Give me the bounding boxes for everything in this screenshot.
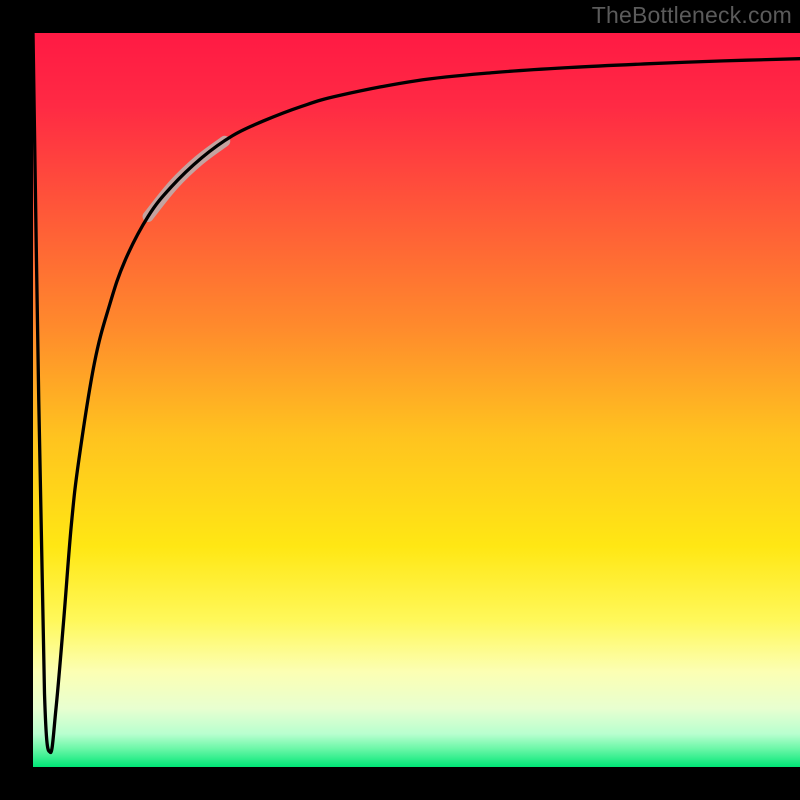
- curve-layer: [33, 33, 800, 767]
- bottleneck-curve: [33, 33, 800, 753]
- curve-highlight: [148, 141, 225, 216]
- chart-stage: TheBottleneck.com: [0, 0, 800, 800]
- watermark-text: TheBottleneck.com: [592, 2, 792, 29]
- plot-area: [33, 33, 800, 767]
